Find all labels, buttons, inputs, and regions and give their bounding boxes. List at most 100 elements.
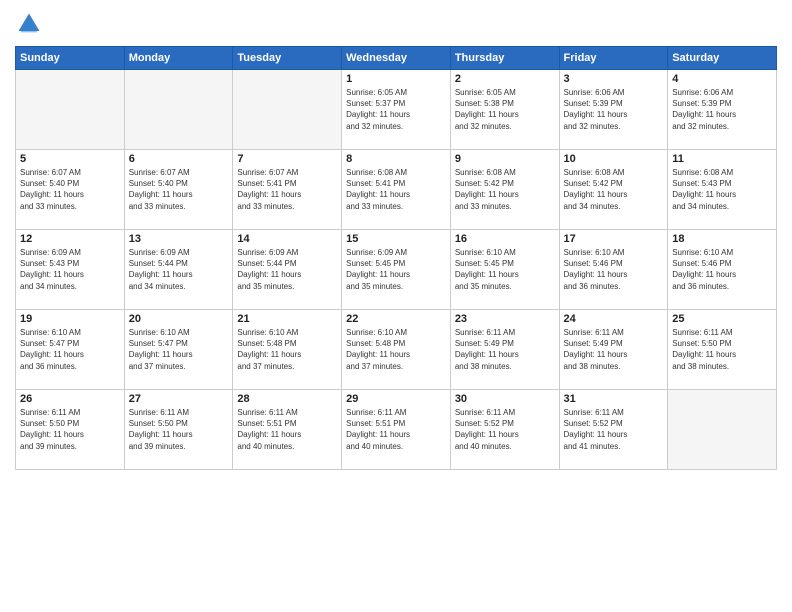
day-info: Sunrise: 6:09 AM Sunset: 5:44 PM Dayligh… <box>129 247 229 292</box>
day-info: Sunrise: 6:11 AM Sunset: 5:49 PM Dayligh… <box>455 327 555 372</box>
day-info: Sunrise: 6:10 AM Sunset: 5:48 PM Dayligh… <box>346 327 446 372</box>
calendar-cell: 22Sunrise: 6:10 AM Sunset: 5:48 PM Dayli… <box>342 310 451 390</box>
calendar-cell: 28 Sunrise: 6:11 AM Sunset: 5:51 PM Dayli… <box>233 390 342 470</box>
calendar-cell: 7 Sunrise: 6:07 AM Sunset: 5:41 PM Daylig… <box>233 150 342 230</box>
weekday-header: Wednesday <box>342 47 451 70</box>
calendar-cell: 6 Sunrise: 6:07 AM Sunset: 5:40 PM Daylig… <box>124 150 233 230</box>
day-number: 1 <box>346 73 446 85</box>
calendar-cell: 9 Sunrise: 6:08 AM Sunset: 5:42 PM Daylig… <box>450 150 559 230</box>
weekday-header: Friday <box>559 47 668 70</box>
header <box>15 10 777 38</box>
day-number: 12 <box>20 233 120 245</box>
day-number: 23 <box>455 313 555 325</box>
day-info: Sunrise: 6:11 AM Sunset: 5:51 PM Dayligh… <box>237 407 337 452</box>
logo-icon <box>15 10 43 38</box>
day-number: 11 <box>672 153 772 165</box>
day-info: Sunrise: 6:08 AM Sunset: 5:42 PM Dayligh… <box>564 167 664 212</box>
day-info: Sunrise: 6:07 AM Sunset: 5:40 PM Dayligh… <box>129 167 229 212</box>
calendar-cell: 11Sunrise: 6:08 AM Sunset: 5:43 PM Dayli… <box>668 150 777 230</box>
calendar-cell: 23 Sunrise: 6:11 AM Sunset: 5:49 PM Dayli… <box>450 310 559 390</box>
calendar-cell: 5 Sunrise: 6:07 AM Sunset: 5:40 PM Daylig… <box>16 150 125 230</box>
calendar-week: 26 Sunrise: 6:11 AM Sunset: 5:50 PM Dayli… <box>16 390 777 470</box>
day-info: Sunrise: 6:06 AM Sunset: 5:39 PM Dayligh… <box>672 87 772 132</box>
calendar-cell: 2 Sunrise: 6:05 AM Sunset: 5:38 PM Daylig… <box>450 70 559 150</box>
calendar-cell: 29 Sunrise: 6:11 AM Sunset: 5:51 PM Dayli… <box>342 390 451 470</box>
day-info: Sunrise: 6:09 AM Sunset: 5:45 PM Dayligh… <box>346 247 446 292</box>
weekday-row: SundayMondayTuesdayWednesdayThursdayFrid… <box>16 47 777 70</box>
day-info: Sunrise: 6:10 AM Sunset: 5:46 PM Dayligh… <box>564 247 664 292</box>
day-number: 28 <box>237 393 337 405</box>
calendar-cell: 25 Sunrise: 6:11 AM Sunset: 5:50 PM Dayli… <box>668 310 777 390</box>
calendar-cell: 19Sunrise: 6:10 AM Sunset: 5:47 PM Dayli… <box>16 310 125 390</box>
day-number: 21 <box>237 313 337 325</box>
day-number: 16 <box>455 233 555 245</box>
logo <box>15 10 47 38</box>
calendar-cell <box>16 70 125 150</box>
day-info: Sunrise: 6:11 AM Sunset: 5:50 PM Dayligh… <box>672 327 772 372</box>
day-number: 19 <box>20 313 120 325</box>
calendar-week: 1Sunrise: 6:05 AM Sunset: 5:37 PM Daylig… <box>16 70 777 150</box>
day-info: Sunrise: 6:07 AM Sunset: 5:41 PM Dayligh… <box>237 167 337 212</box>
calendar-cell: 8 Sunrise: 6:08 AM Sunset: 5:41 PM Daylig… <box>342 150 451 230</box>
day-info: Sunrise: 6:05 AM Sunset: 5:38 PM Dayligh… <box>455 87 555 132</box>
calendar-cell: 24Sunrise: 6:11 AM Sunset: 5:49 PM Dayli… <box>559 310 668 390</box>
day-info: Sunrise: 6:09 AM Sunset: 5:43 PM Dayligh… <box>20 247 120 292</box>
day-number: 29 <box>346 393 446 405</box>
day-number: 9 <box>455 153 555 165</box>
calendar-week: 5 Sunrise: 6:07 AM Sunset: 5:40 PM Daylig… <box>16 150 777 230</box>
day-info: Sunrise: 6:10 AM Sunset: 5:46 PM Dayligh… <box>672 247 772 292</box>
day-info: Sunrise: 6:07 AM Sunset: 5:40 PM Dayligh… <box>20 167 120 212</box>
day-info: Sunrise: 6:10 AM Sunset: 5:45 PM Dayligh… <box>455 247 555 292</box>
day-number: 20 <box>129 313 229 325</box>
weekday-header: Tuesday <box>233 47 342 70</box>
weekday-header: Sunday <box>16 47 125 70</box>
day-info: Sunrise: 6:09 AM Sunset: 5:44 PM Dayligh… <box>237 247 337 292</box>
calendar-cell: 16 Sunrise: 6:10 AM Sunset: 5:45 PM Dayli… <box>450 230 559 310</box>
calendar-cell: 4 Sunrise: 6:06 AM Sunset: 5:39 PM Daylig… <box>668 70 777 150</box>
day-number: 2 <box>455 73 555 85</box>
page: SundayMondayTuesdayWednesdayThursdayFrid… <box>0 0 792 612</box>
day-number: 13 <box>129 233 229 245</box>
day-info: Sunrise: 6:11 AM Sunset: 5:51 PM Dayligh… <box>346 407 446 452</box>
day-number: 30 <box>455 393 555 405</box>
calendar-header: SundayMondayTuesdayWednesdayThursdayFrid… <box>16 47 777 70</box>
day-number: 10 <box>564 153 664 165</box>
day-number: 15 <box>346 233 446 245</box>
calendar-cell <box>233 70 342 150</box>
calendar-cell: 18 Sunrise: 6:10 AM Sunset: 5:46 PM Dayli… <box>668 230 777 310</box>
day-info: Sunrise: 6:11 AM Sunset: 5:52 PM Dayligh… <box>455 407 555 452</box>
day-number: 17 <box>564 233 664 245</box>
calendar-cell: 10 Sunrise: 6:08 AM Sunset: 5:42 PM Dayli… <box>559 150 668 230</box>
calendar-week: 12 Sunrise: 6:09 AM Sunset: 5:43 PM Dayli… <box>16 230 777 310</box>
day-number: 8 <box>346 153 446 165</box>
weekday-header: Thursday <box>450 47 559 70</box>
calendar-cell: 13 Sunrise: 6:09 AM Sunset: 5:44 PM Dayli… <box>124 230 233 310</box>
day-info: Sunrise: 6:10 AM Sunset: 5:48 PM Dayligh… <box>237 327 337 372</box>
day-number: 25 <box>672 313 772 325</box>
calendar-cell <box>124 70 233 150</box>
calendar-cell: 14 Sunrise: 6:09 AM Sunset: 5:44 PM Dayli… <box>233 230 342 310</box>
calendar: SundayMondayTuesdayWednesdayThursdayFrid… <box>15 46 777 470</box>
day-number: 26 <box>20 393 120 405</box>
calendar-cell: 31Sunrise: 6:11 AM Sunset: 5:52 PM Dayli… <box>559 390 668 470</box>
day-number: 6 <box>129 153 229 165</box>
calendar-cell: 12 Sunrise: 6:09 AM Sunset: 5:43 PM Dayli… <box>16 230 125 310</box>
calendar-cell: 26Sunrise: 6:11 AM Sunset: 5:50 PM Dayli… <box>16 390 125 470</box>
day-info: Sunrise: 6:11 AM Sunset: 5:50 PM Dayligh… <box>129 407 229 452</box>
weekday-header: Saturday <box>668 47 777 70</box>
day-number: 7 <box>237 153 337 165</box>
calendar-cell: 1Sunrise: 6:05 AM Sunset: 5:37 PM Daylig… <box>342 70 451 150</box>
day-number: 14 <box>237 233 337 245</box>
day-info: Sunrise: 6:08 AM Sunset: 5:41 PM Dayligh… <box>346 167 446 212</box>
day-info: Sunrise: 6:08 AM Sunset: 5:42 PM Dayligh… <box>455 167 555 212</box>
day-number: 4 <box>672 73 772 85</box>
day-number: 18 <box>672 233 772 245</box>
calendar-cell <box>668 390 777 470</box>
day-number: 27 <box>129 393 229 405</box>
calendar-cell: 20 Sunrise: 6:10 AM Sunset: 5:47 PM Dayli… <box>124 310 233 390</box>
day-number: 5 <box>20 153 120 165</box>
day-info: Sunrise: 6:10 AM Sunset: 5:47 PM Dayligh… <box>129 327 229 372</box>
day-number: 3 <box>564 73 664 85</box>
calendar-cell: 15 Sunrise: 6:09 AM Sunset: 5:45 PM Dayli… <box>342 230 451 310</box>
calendar-cell: 30 Sunrise: 6:11 AM Sunset: 5:52 PM Dayli… <box>450 390 559 470</box>
